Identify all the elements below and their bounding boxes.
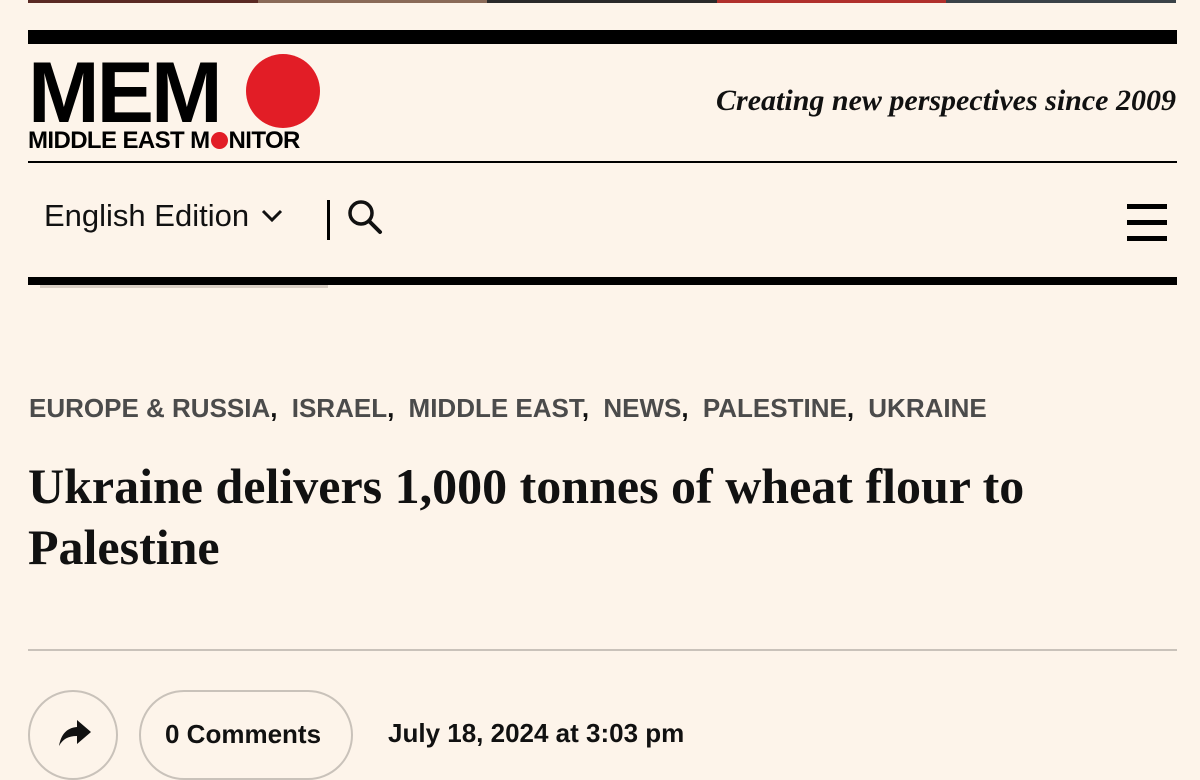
category-link[interactable]: NEWS xyxy=(603,393,681,423)
logo-subtitle: MIDDLE EAST M NITOR xyxy=(28,126,300,156)
search-icon xyxy=(348,200,382,234)
category-link[interactable]: EUROPE & RUSSIA xyxy=(29,393,270,423)
logo-wordmark: MEM xyxy=(28,45,223,141)
nav-separator xyxy=(327,200,330,240)
top-image-strip xyxy=(28,0,1176,3)
logo-subtitle-part-2: NITOR xyxy=(228,127,301,154)
logo-red-dot xyxy=(246,54,320,128)
share-button[interactable] xyxy=(28,690,118,780)
header-bottom-shadow xyxy=(40,285,328,288)
article-headline: Ukraine delivers 1,000 tonnes of wheat f… xyxy=(28,458,1025,575)
chevron-down-icon xyxy=(262,209,283,223)
edition-selector[interactable]: English Edition xyxy=(44,198,283,234)
hamburger-menu-button[interactable] xyxy=(1127,204,1169,244)
site-tagline: Creating new perspectives since 2009 xyxy=(716,84,1176,117)
site-logo[interactable]: MEM MIDDLE EAST M NITOR xyxy=(28,50,328,156)
header-divider xyxy=(28,161,1177,163)
logo-subtitle-part-1: MIDDLE EAST M xyxy=(28,127,210,154)
category-link[interactable]: PALESTINE xyxy=(703,393,847,423)
article-divider xyxy=(28,649,1177,651)
comments-label: 0 Comments xyxy=(165,719,322,749)
category-link[interactable]: UKRAINE xyxy=(868,393,986,423)
logo-subtitle-dot xyxy=(210,132,228,149)
edition-label: English Edition xyxy=(44,198,250,233)
share-icon xyxy=(59,720,91,746)
category-link[interactable]: MIDDLE EAST xyxy=(409,393,582,423)
search-button[interactable] xyxy=(346,198,386,238)
comments-button[interactable]: 0 Comments xyxy=(139,690,353,780)
header-bottom-rule xyxy=(28,277,1177,285)
category-link[interactable]: ISRAEL xyxy=(292,393,387,423)
header-top-rule xyxy=(28,30,1177,44)
category-list: EUROPE & RUSSIA, ISRAEL, MIDDLE EAST, NE… xyxy=(29,393,987,423)
